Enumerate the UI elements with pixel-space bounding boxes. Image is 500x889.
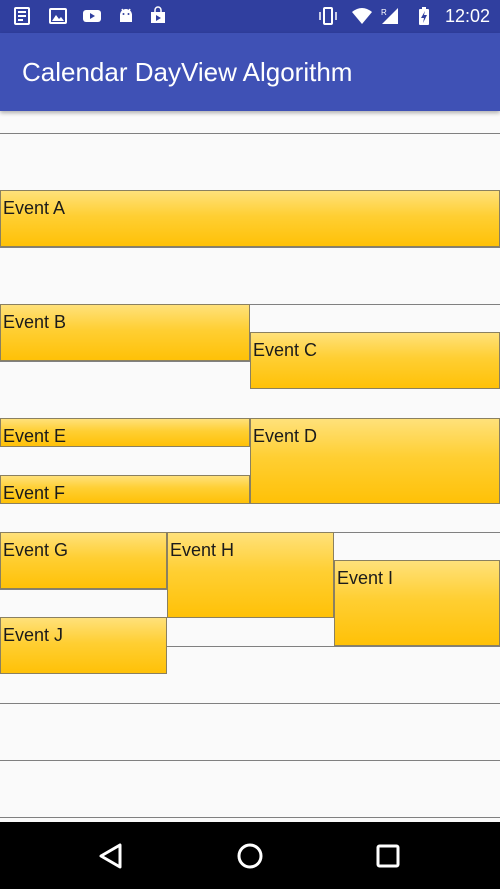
event-label: Event H: [170, 540, 235, 560]
event-label: Event J: [3, 625, 64, 645]
battery-charging-icon: [419, 7, 429, 25]
back-icon[interactable]: [90, 834, 134, 878]
hour-line: [0, 133, 500, 134]
svg-text:R: R: [381, 8, 387, 17]
home-icon[interactable]: [228, 834, 272, 878]
event-c[interactable]: Event C: [250, 332, 500, 389]
event-label: Event I: [337, 568, 394, 588]
event-b[interactable]: Event B: [0, 304, 250, 361]
event-e[interactable]: Event E: [0, 418, 250, 447]
day-view[interactable]: Event A Event B Event C Event D Event E …: [0, 111, 500, 822]
status-bar: R 12:02: [0, 0, 500, 33]
event-a[interactable]: Event A: [0, 190, 500, 247]
event-label: Event A: [3, 198, 66, 218]
event-label: Event C: [253, 340, 318, 360]
nav-bar: [0, 822, 500, 889]
event-label: Event B: [3, 312, 67, 332]
image-icon: [49, 8, 67, 24]
hour-line: [0, 703, 500, 704]
app-title: Calendar DayView Algorithm: [22, 57, 353, 87]
android-icon: [120, 8, 132, 22]
hour-line: [0, 817, 500, 818]
event-f[interactable]: Event F: [0, 475, 250, 504]
event-i[interactable]: Event I: [334, 560, 500, 646]
app-bar: Calendar DayView Algorithm: [0, 33, 500, 111]
event-d[interactable]: Event D: [250, 418, 500, 504]
event-label: Event E: [3, 426, 67, 446]
event-h[interactable]: Event H: [167, 532, 334, 618]
status-time: 12:02: [444, 6, 490, 26]
signal-icon: R: [381, 8, 398, 24]
recents-icon[interactable]: [366, 834, 410, 878]
event-g[interactable]: Event G: [0, 532, 167, 589]
wifi-icon: [352, 8, 372, 24]
event-j[interactable]: Event J: [0, 617, 167, 674]
event-label: Event G: [3, 540, 69, 560]
event-label: Event F: [3, 483, 66, 503]
youtube-icon: [83, 10, 101, 22]
hour-line: [0, 247, 500, 248]
vibrate-icon: [319, 7, 337, 25]
hour-line: [0, 760, 500, 761]
event-label: Event D: [253, 426, 318, 446]
play-store-icon: [151, 6, 165, 23]
news-icon: [14, 7, 30, 25]
